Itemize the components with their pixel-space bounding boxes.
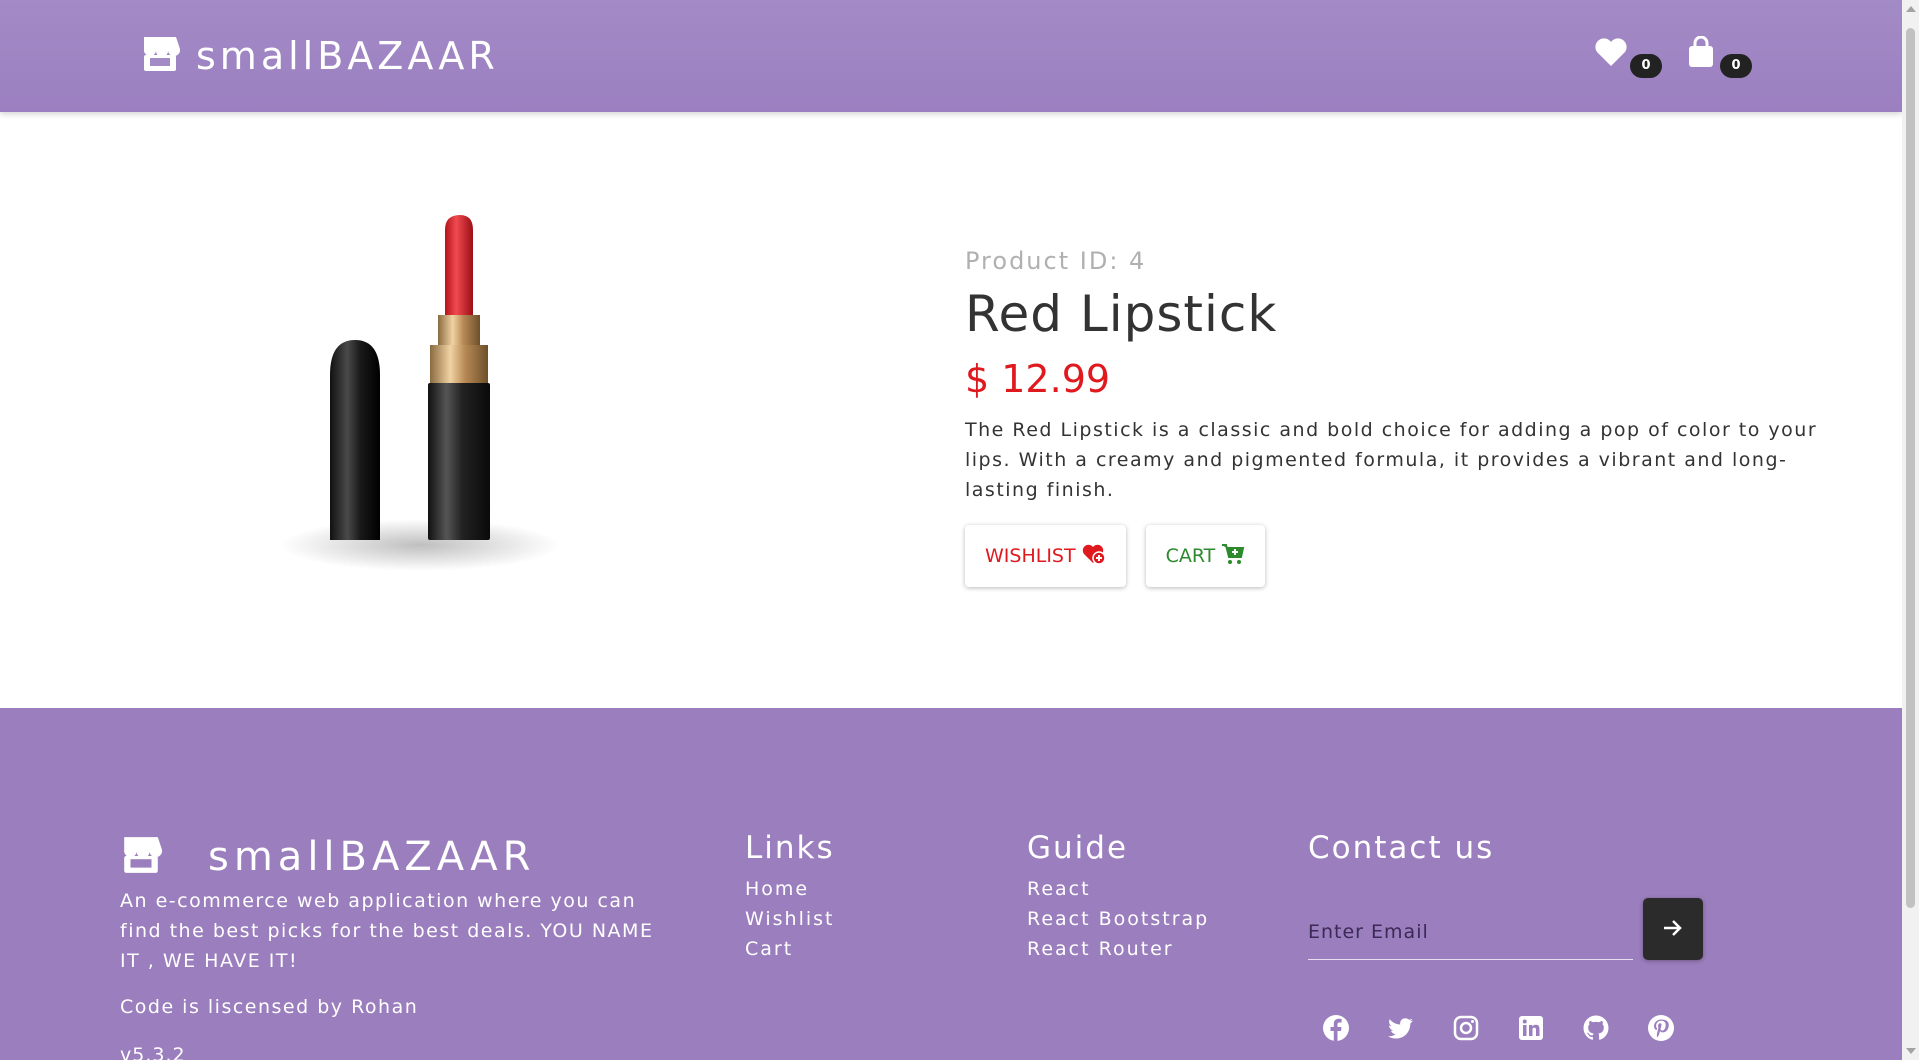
footer: smallBAZAAR An e-commerce web applicatio… <box>0 708 1902 1060</box>
cart-count-badge: 0 <box>1720 54 1752 78</box>
product-id: Product ID: 4 <box>965 247 1147 275</box>
footer-version: v5.3.2 <box>120 1044 186 1060</box>
footer-about: An e-commerce web application where you … <box>120 890 654 972</box>
footer-link-wishlist[interactable]: Wishlist <box>745 904 835 934</box>
footer-link-cart[interactable]: Cart <box>745 934 835 964</box>
scroll-up-arrow-icon[interactable] <box>1906 6 1916 12</box>
footer-guide-react[interactable]: React <box>1027 874 1209 904</box>
product-title: Red Lipstick <box>965 285 1278 343</box>
cart-button-label: CART <box>1165 545 1216 567</box>
store-icon <box>140 35 181 77</box>
shopping-bag-icon <box>1684 35 1718 72</box>
heart-icon <box>1594 36 1628 72</box>
email-input[interactable] <box>1308 904 1633 960</box>
footer-contact-section: Contact us <box>1308 830 1494 874</box>
add-to-cart-button[interactable]: CART <box>1145 525 1266 587</box>
wishlist-button-label: WISHLIST <box>985 545 1076 567</box>
linkedin-icon[interactable] <box>1517 1014 1547 1044</box>
add-to-wishlist-button[interactable]: WISHLIST <box>965 525 1126 587</box>
footer-guide-react-bootstrap[interactable]: React Bootstrap <box>1027 904 1209 934</box>
product-details: Product ID: 4 Red Lipstick $ 12.99 The R… <box>965 247 1845 587</box>
pinterest-icon[interactable] <box>1647 1014 1677 1044</box>
brand-name: smallBAZAAR <box>196 34 499 78</box>
page: smallBAZAAR 0 0 Product ID: 4 Red Lipsti… <box>0 0 1902 1060</box>
footer-brand-name: smallBAZAAR <box>208 834 536 880</box>
social-links <box>1322 1014 1712 1044</box>
facebook-icon[interactable] <box>1322 1014 1352 1044</box>
newsletter-form <box>1308 898 1703 960</box>
footer-guide-react-router[interactable]: React Router <box>1027 934 1209 964</box>
wishlist-count-badge: 0 <box>1630 54 1662 78</box>
footer-links-title: Links <box>745 830 835 866</box>
footer-guide-section: Guide React React Bootstrap React Router <box>1027 830 1209 964</box>
footer-links-section: Links Home Wishlist Cart <box>745 830 835 964</box>
scrollbar-thumb[interactable] <box>1906 28 1915 908</box>
brand-logo-link[interactable]: smallBAZAAR <box>140 34 499 78</box>
cart-plus-icon <box>1215 543 1245 570</box>
product-description: The Red Lipstick is a classic and bold c… <box>965 419 1818 501</box>
cart-nav-button[interactable]: 0 <box>1684 35 1752 78</box>
product-actions: WISHLIST CART <box>965 525 1845 587</box>
header-actions: 0 0 <box>1572 35 1752 78</box>
product-image <box>270 200 570 595</box>
footer-brand: smallBAZAAR <box>120 834 535 880</box>
vertical-scrollbar[interactable] <box>1902 0 1919 1060</box>
twitter-icon[interactable] <box>1387 1014 1417 1044</box>
wishlist-nav-button[interactable]: 0 <box>1594 36 1662 78</box>
scroll-down-arrow-icon[interactable] <box>1906 1048 1916 1054</box>
email-submit-button[interactable] <box>1643 898 1703 960</box>
top-navbar: smallBAZAAR 0 0 <box>0 0 1902 112</box>
store-icon <box>120 835 163 879</box>
product-price: $ 12.99 <box>965 357 1111 401</box>
github-icon[interactable] <box>1582 1014 1612 1044</box>
arrow-right-icon <box>1662 919 1684 940</box>
footer-license: Code is liscensed by Rohan <box>120 996 419 1018</box>
footer-link-home[interactable]: Home <box>745 874 835 904</box>
heart-plus-icon <box>1076 543 1106 570</box>
instagram-icon[interactable] <box>1452 1014 1482 1044</box>
footer-contact-title: Contact us <box>1308 830 1495 866</box>
footer-guide-title: Guide <box>1027 830 1129 866</box>
